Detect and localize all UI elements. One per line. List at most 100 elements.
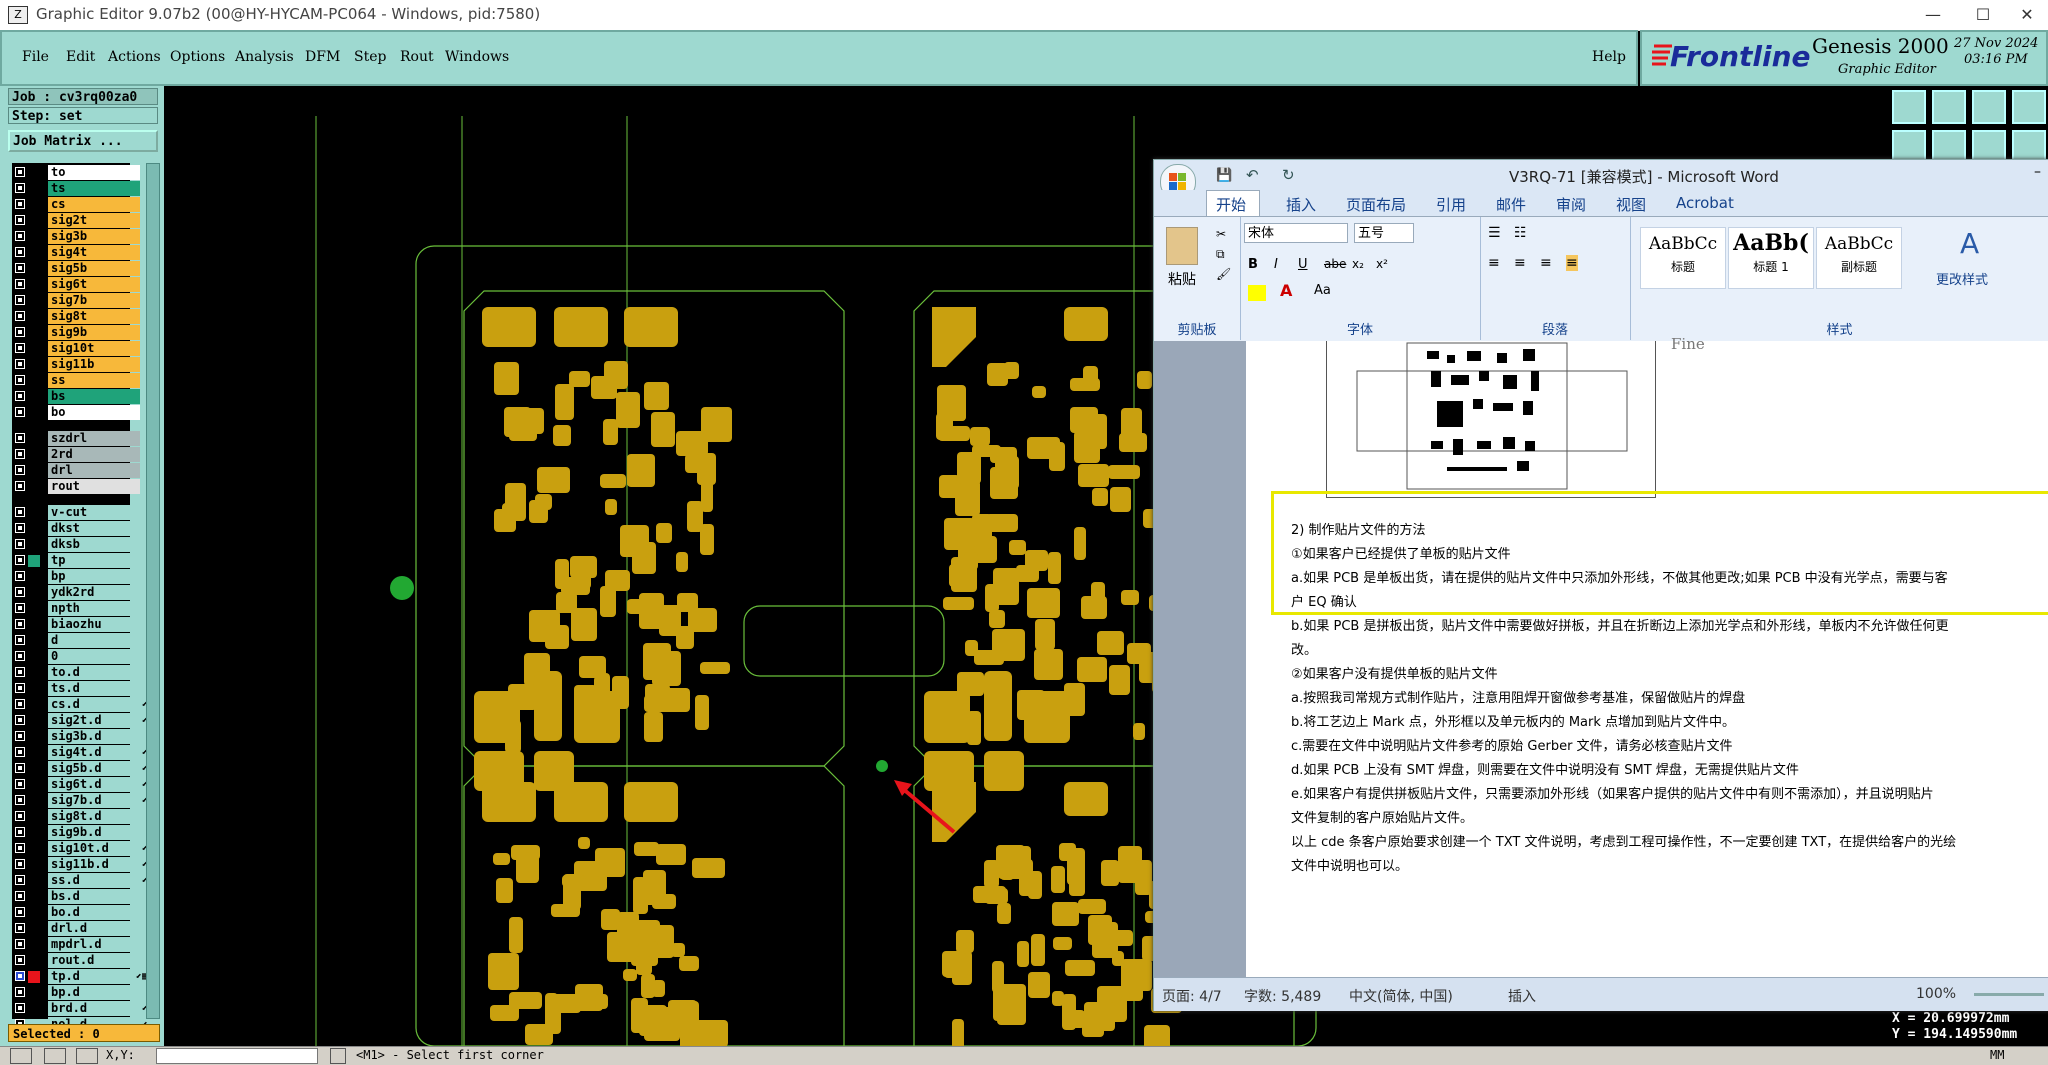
check-tool-icon[interactable] <box>44 1048 66 1064</box>
layer-row[interactable]: sig5b.d ⬋ <box>12 761 148 777</box>
layer-row[interactable]: sig2t <box>12 213 140 229</box>
layer-checkbox[interactable] <box>15 811 25 821</box>
format-painter-icon[interactable]: 🖌 <box>1216 267 1231 281</box>
zoom-tool-icon[interactable] <box>10 1048 32 1064</box>
layer-checkbox[interactable] <box>15 635 25 645</box>
close-button[interactable]: ✕ <box>2004 3 2048 27</box>
layer-name[interactable]: sig9b <box>48 325 140 340</box>
job-matrix-button[interactable]: Job Matrix ... <box>8 130 158 152</box>
bold-icon[interactable]: B <box>1248 257 1258 272</box>
layer-name[interactable]: sig3b.d <box>48 729 140 744</box>
layer-name[interactable]: d <box>48 633 140 648</box>
zoom-level[interactable]: 100% <box>1916 986 1956 1002</box>
layer-checkbox[interactable] <box>15 295 25 305</box>
menu-rout[interactable]: Rout <box>400 49 434 65</box>
layer-row[interactable]: bp.d <box>12 985 140 1001</box>
layer-name[interactable]: rout <box>48 479 140 494</box>
align-right-icon[interactable]: ≡ <box>1540 255 1552 271</box>
tab-mailings[interactable]: 邮件 <box>1496 194 1526 215</box>
layer-row[interactable]: to <box>12 165 140 181</box>
layer-name[interactable]: cs <box>48 197 140 212</box>
layer-checkbox[interactable] <box>15 923 25 933</box>
layer-row[interactable]: ss.d ⬋ <box>12 873 148 889</box>
layer-name[interactable]: sig10t <box>48 341 140 356</box>
save-icon[interactable]: 💾 <box>1216 168 1232 183</box>
layer-name[interactable]: ss.d ⬋ <box>48 873 148 888</box>
insert-mode[interactable]: 插入 <box>1508 986 1536 1006</box>
bullets-icon[interactable]: ☰ <box>1488 225 1501 241</box>
layer-row[interactable]: sig4t.d ⬋ <box>12 745 148 761</box>
align-center-icon[interactable]: ≡ <box>1514 255 1526 271</box>
layer-name[interactable]: sig2t.d ⬋ <box>48 713 148 728</box>
maximize-button[interactable]: ☐ <box>1960 3 2006 27</box>
layer-name[interactable]: sig6t <box>48 277 140 292</box>
tab-insert[interactable]: 插入 <box>1286 194 1316 215</box>
layer-checkbox[interactable] <box>15 619 25 629</box>
layer-checkbox[interactable] <box>15 343 25 353</box>
layer-row[interactable]: sig6t.d ⬋ <box>12 777 148 793</box>
layer-row[interactable]: bo <box>12 405 140 421</box>
subscript-icon[interactable]: x₂ <box>1352 257 1364 271</box>
superscript-icon[interactable]: x² <box>1376 257 1388 271</box>
underline-icon[interactable]: U <box>1298 257 1308 272</box>
style-subtitle[interactable]: AaBbCc 副标题 <box>1816 227 1902 289</box>
layer-name[interactable]: sig8t.d <box>48 809 140 824</box>
language-indicator[interactable]: 中文(简体, 中国) <box>1349 986 1453 1006</box>
layer-name[interactable]: bp <box>48 569 140 584</box>
layer-name[interactable]: sig4t <box>48 245 140 260</box>
layer-row[interactable]: drl <box>12 463 140 479</box>
layer-checkbox[interactable] <box>15 699 25 709</box>
layer-checkbox[interactable] <box>15 311 25 321</box>
layer-row[interactable]: ss <box>12 373 140 389</box>
menu-step[interactable]: Step <box>354 49 386 65</box>
layer-checkbox[interactable] <box>15 683 25 693</box>
layer-row[interactable]: npth <box>12 601 140 617</box>
layer-checkbox[interactable] <box>15 747 25 757</box>
layer-row[interactable]: cs <box>12 197 140 213</box>
layer-name[interactable]: sig3b <box>48 229 140 244</box>
layer-checkbox[interactable] <box>15 667 25 677</box>
menu-options[interactable]: Options <box>170 49 225 65</box>
font-size-select[interactable]: 五号 <box>1354 223 1414 243</box>
layer-checkbox[interactable] <box>15 715 25 725</box>
cut-icon[interactable]: ✂ <box>1216 227 1226 241</box>
justify-icon[interactable]: ≡ <box>1566 255 1578 271</box>
menu-dfm[interactable]: DFM <box>305 49 340 65</box>
italic-icon[interactable]: I <box>1274 257 1278 272</box>
grid-tool-icon[interactable] <box>76 1048 98 1064</box>
word-minimize-button[interactable]: – <box>2034 164 2041 180</box>
layer-row[interactable]: sig10t.d ⬋ <box>12 841 148 857</box>
paste-label[interactable]: 粘贴 <box>1168 269 1196 289</box>
tab-acrobat[interactable]: Acrobat <box>1676 194 1734 212</box>
layer-name[interactable]: rout.d <box>48 953 140 968</box>
layer-row[interactable]: sig4t <box>12 245 140 261</box>
tab-view[interactable]: 视图 <box>1616 194 1646 215</box>
layer-checkbox[interactable] <box>15 987 25 997</box>
layer-name[interactable]: cs.d ⬋ <box>48 697 148 712</box>
layer-checkbox[interactable] <box>15 795 25 805</box>
layer-name[interactable]: dksb <box>48 537 140 552</box>
layer-row[interactable]: drl.d <box>12 921 140 937</box>
numbering-icon[interactable]: ☷ <box>1514 225 1527 241</box>
menu-actions[interactable]: Actions <box>108 49 161 65</box>
view-tool-2-icon[interactable] <box>1932 90 1966 124</box>
view-tool-1-icon[interactable] <box>1892 90 1926 124</box>
layer-row[interactable]: to.d <box>12 665 140 681</box>
layer-checkbox[interactable] <box>15 859 25 869</box>
font-color-icon[interactable]: A <box>1280 281 1292 300</box>
layer-name[interactable]: 2rd <box>48 447 140 462</box>
layer-name[interactable]: to <box>48 165 140 180</box>
layer-checkbox[interactable] <box>15 971 25 981</box>
layer-checkbox[interactable] <box>15 215 25 225</box>
layer-name[interactable]: tp <box>48 553 140 568</box>
layer-checkbox[interactable] <box>15 651 25 661</box>
layer-name[interactable]: sig11b <box>48 357 140 372</box>
layer-checkbox[interactable] <box>15 359 25 369</box>
layer-checkbox[interactable] <box>15 843 25 853</box>
layer-row[interactable]: sig7b <box>12 293 140 309</box>
layer-checkbox[interactable] <box>15 955 25 965</box>
layer-row[interactable]: sig9b.d <box>12 825 140 841</box>
layer-row[interactable]: sig8t.d <box>12 809 140 825</box>
layer-name[interactable]: ydk2rd <box>48 585 140 600</box>
layer-row[interactable]: 2rd <box>12 447 140 463</box>
